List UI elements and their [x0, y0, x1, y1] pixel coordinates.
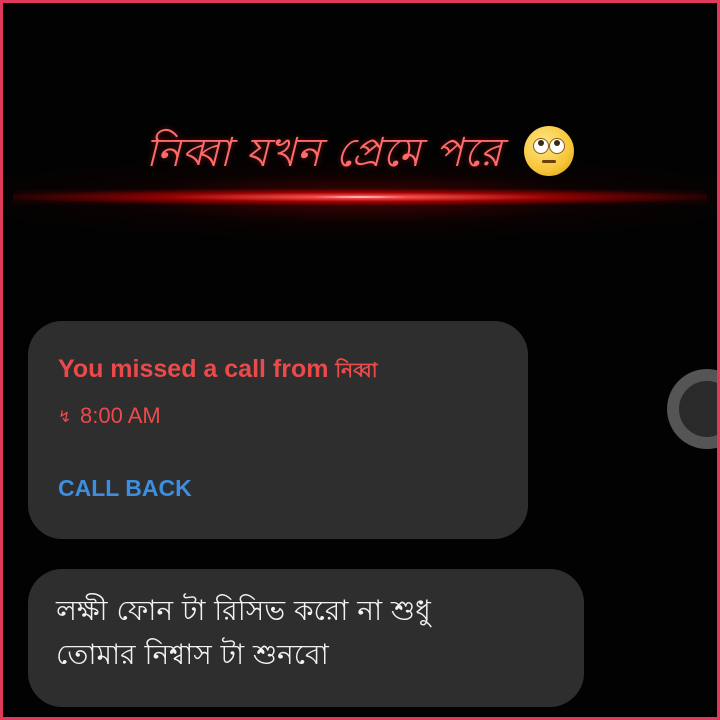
- eye-roll-emoji-icon: [524, 126, 575, 176]
- message-bubble: লক্ষী ফোন টা রিসিভ করো না শুধু তোমার নিশ…: [28, 569, 584, 707]
- missed-call-prefix: You missed a call from: [58, 355, 329, 383]
- message-text: লক্ষী ফোন টা রিসিভ করো না শুধু তোমার নিশ…: [56, 589, 564, 677]
- screenshot-frame: নিব্বা যখন প্রেমে পরে You missed a call …: [0, 0, 720, 720]
- missed-call-title: You missed a call from নিব্বা: [58, 355, 378, 389]
- header-title-row: নিব্বা যখন প্রেমে পরে: [3, 121, 717, 188]
- missed-call-icon: ↯: [58, 407, 72, 426]
- header-title: নিব্বা যখন প্রেমে পরে: [145, 130, 503, 176]
- call-time: 8:00 AM: [80, 403, 161, 428]
- call-back-button[interactable]: CALL BACK: [58, 475, 192, 502]
- side-handle-button[interactable]: [667, 369, 717, 449]
- message-line-2: তোমার নিশ্বাস টা শুনবো: [56, 638, 329, 671]
- message-line-1: লক্ষী ফোন টা রিসিভ করো না শুধু: [56, 594, 431, 627]
- red-light-streak: [13, 189, 707, 205]
- missed-call-bubble: You missed a call from নিব্বা ↯ 8:00 AM …: [28, 321, 528, 539]
- side-handle-inner: [679, 381, 717, 437]
- caller-name: নিব্বা: [335, 360, 378, 382]
